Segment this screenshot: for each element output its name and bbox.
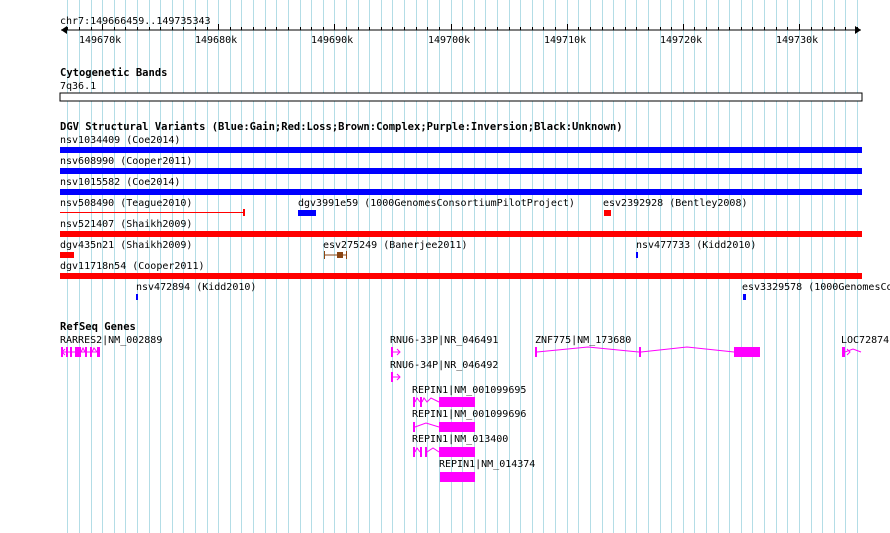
gene-model-loc72874[interactable] xyxy=(842,347,862,357)
refseq-features xyxy=(61,346,862,482)
gene-model-repin1-001099695[interactable] xyxy=(413,397,475,407)
gene-model-rnu6-33p[interactable] xyxy=(391,347,401,357)
gene-model-znf775[interactable] xyxy=(535,346,760,357)
gene-model-repin1-013400[interactable] xyxy=(413,447,475,457)
gene-model-repin1-001099696[interactable] xyxy=(413,422,475,432)
gene-model-rarres2[interactable] xyxy=(61,346,100,357)
gene-model-rnu6-34p[interactable] xyxy=(391,372,401,382)
genome-browser-panel: chr7:149666459..149735343 149670k 149680… xyxy=(0,0,890,533)
gene-model-repin1-014374[interactable] xyxy=(440,472,475,482)
